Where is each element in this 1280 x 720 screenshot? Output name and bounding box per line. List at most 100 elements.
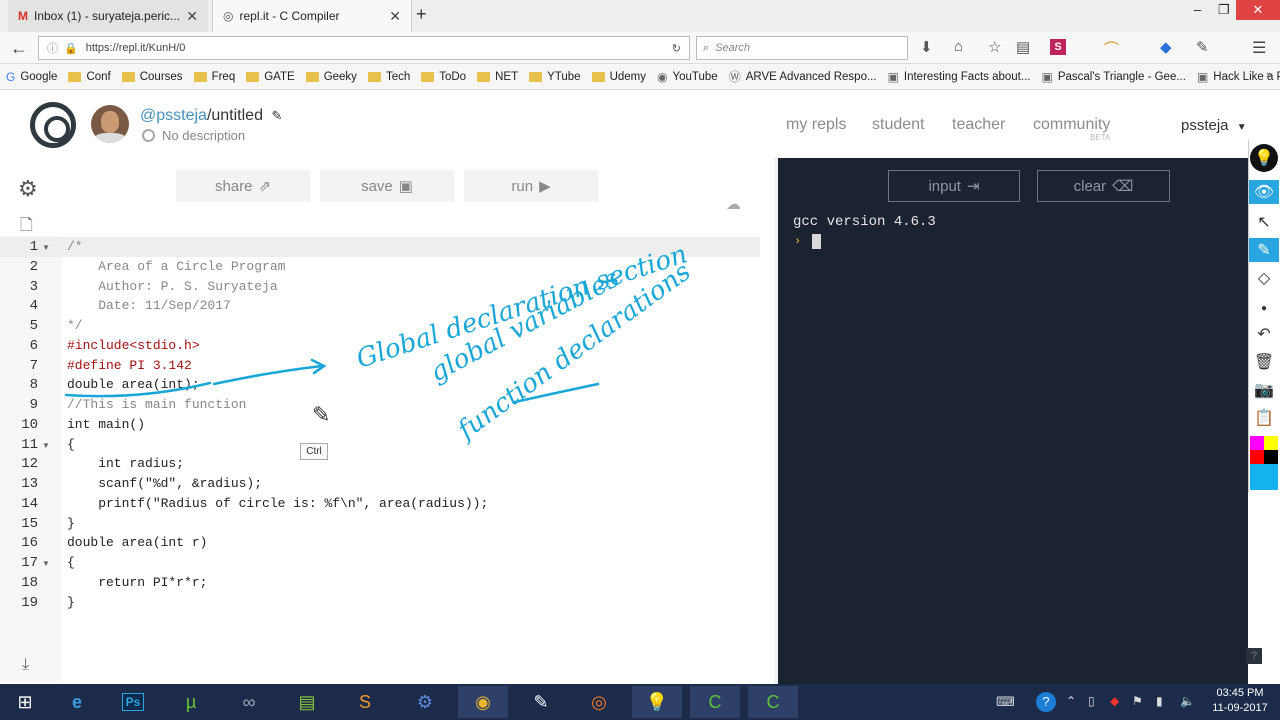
bookmark-item[interactable]: G Google [6, 70, 57, 84]
pencil-icon[interactable]: ✎ [271, 108, 282, 123]
bookmark-item[interactable]: NET [477, 71, 518, 83]
network-icon[interactable]: ▮ [1156, 694, 1163, 708]
more-bookmarks-icon[interactable]: » [1266, 69, 1272, 81]
chrome-icon[interactable]: ◉ [458, 686, 508, 718]
bookmark-item[interactable]: Tech [367, 71, 410, 83]
extension-tools-icon[interactable]: ✎ [1196, 38, 1209, 56]
fold-arrow-icon[interactable]: ▼ [42, 243, 50, 252]
trash-icon[interactable]: 🗑 [1252, 350, 1276, 374]
volume-icon[interactable]: 🔈 [1180, 694, 1195, 708]
windows-start-icon[interactable]: ⊞ [0, 686, 50, 718]
clock[interactable]: 03:45 PM 11-09-2017 [1206, 686, 1274, 716]
maximize-button[interactable]: ❐ [1218, 2, 1230, 18]
color-yellow-swatch[interactable] [1264, 436, 1278, 450]
app-icon[interactable]: ✎ [516, 686, 566, 718]
keyboard-icon[interactable]: ⌨ [996, 694, 1015, 710]
tray-app-icon[interactable]: ◆ [1110, 694, 1119, 708]
repl-name[interactable]: /untitled [207, 107, 263, 124]
extension-s-icon[interactable]: S [1050, 39, 1066, 55]
account-menu[interactable]: pssteja ▼ [1181, 117, 1247, 134]
app-icon[interactable]: 💡 [632, 686, 682, 718]
bulb-icon[interactable]: 💡 [1250, 144, 1278, 172]
gear-icon[interactable]: ⚙ [18, 176, 38, 202]
bookmark-item[interactable]: Ⓦ ARVE Advanced Respo... [729, 68, 877, 85]
bookmark-item[interactable]: Geeky [305, 71, 357, 83]
bookmark-item[interactable]: ◉ YouTube [657, 70, 718, 84]
color-black-swatch[interactable] [1264, 450, 1278, 464]
camera-icon[interactable]: 📷 [1252, 378, 1276, 402]
download-icon[interactable]: ⬇ [920, 38, 933, 56]
replit-logo[interactable] [30, 102, 76, 148]
search-input[interactable]: ⌕ Search [696, 36, 908, 60]
help-icon[interactable]: ? [1246, 648, 1262, 664]
bookmark-item[interactable]: Udemy [591, 71, 646, 83]
color-red-swatch[interactable] [1250, 450, 1264, 464]
close-icon[interactable]: ✕ [389, 8, 401, 25]
extension-rainbow-icon[interactable]: ⌒ [1104, 38, 1119, 59]
bookmark-item[interactable]: Freq [193, 71, 235, 83]
reload-icon[interactable]: ↻ [672, 42, 681, 55]
bookmark-item[interactable]: ▣ Interesting Facts about... [888, 70, 1031, 84]
bookmark-item[interactable]: ▣ Pascal's Triangle - Gee... [1041, 70, 1185, 84]
minimize-button[interactable]: – [1194, 2, 1201, 17]
google-icon: G [6, 69, 16, 84]
clipboard-icon[interactable]: 📋 [1252, 406, 1276, 430]
new-tab-button[interactable]: + [416, 4, 427, 25]
bookmark-item[interactable]: GATE [246, 71, 295, 83]
camtasia-icon[interactable]: C [690, 686, 740, 718]
close-window-button[interactable]: ✕ [1236, 0, 1280, 20]
marker-icon[interactable]: ✎ [1249, 238, 1279, 262]
back-button[interactable]: ← [10, 38, 28, 59]
url-bar[interactable]: ⓘ 🔒 https://repl.it/KunH/0 ↻ [38, 36, 690, 60]
eye-icon[interactable]: 👁 [1249, 180, 1279, 204]
app-icon[interactable]: ⚙ [400, 686, 450, 718]
reading-list-icon[interactable]: ▤ [1016, 38, 1030, 56]
share-button[interactable]: share ⇗ [176, 170, 310, 202]
sublime-text-icon[interactable]: S [340, 686, 390, 718]
undo-icon[interactable]: ↶ [1252, 322, 1276, 346]
menu-icon[interactable]: ☰ [1252, 38, 1266, 58]
bookmark-item[interactable]: ToDo [421, 71, 466, 83]
internet-explorer-icon[interactable]: e [52, 686, 102, 718]
color-cyan-swatch[interactable] [1250, 464, 1278, 490]
download-icon[interactable]: ⤓ [22, 656, 29, 674]
tab-replit[interactable]: ◎ repl.it - C Compiler ✕ [212, 0, 412, 32]
clear-button[interactable]: clear ⌫ [1037, 170, 1170, 202]
fold-arrow-icon[interactable]: ▼ [42, 441, 50, 450]
run-button[interactable]: run ▶ [464, 170, 598, 202]
repl-description[interactable]: No description [142, 128, 245, 143]
tray-app-icon[interactable]: ⚑ [1132, 694, 1143, 708]
bookmark-item[interactable]: Conf [68, 71, 111, 83]
nav-teacher[interactable]: teacher [952, 116, 1005, 134]
tray-device-icon[interactable]: ▯ [1088, 694, 1095, 708]
bookmark-item[interactable]: YTube [529, 71, 581, 83]
nav-my-repls[interactable]: my repls [786, 116, 846, 134]
help-tray-icon[interactable]: ? [1036, 692, 1056, 712]
code-line: double area(int r) [67, 535, 208, 550]
tab-gmail[interactable]: M Inbox (1) - suryateja.peric... ✕ [8, 0, 208, 32]
repl-user[interactable]: @pssteja [140, 107, 207, 124]
utorrent-icon[interactable]: µ [166, 686, 216, 718]
extension-diamond-icon[interactable]: ◆ [1160, 38, 1172, 56]
cursor-arrow-icon[interactable]: ↖ [1252, 210, 1276, 234]
firefox-icon[interactable]: ◎ [574, 686, 624, 718]
console-pane[interactable] [778, 158, 1248, 684]
photoshop-icon[interactable]: Ps [108, 686, 158, 718]
camtasia-icon[interactable]: C [748, 686, 798, 718]
notepad-plus-icon[interactable]: ▤ [282, 686, 332, 718]
fold-arrow-icon[interactable]: ▼ [42, 559, 50, 568]
close-icon[interactable]: ✕ [186, 8, 198, 25]
bookmark-item[interactable]: Courses [121, 71, 183, 83]
nav-student[interactable]: student [872, 116, 924, 134]
eraser-icon[interactable]: ◇ [1252, 266, 1276, 290]
home-icon[interactable]: ⌂ [954, 38, 963, 55]
app-icon[interactable]: ∞ [224, 686, 274, 718]
avatar[interactable] [91, 105, 129, 143]
color-magenta-swatch[interactable] [1250, 436, 1264, 450]
input-button[interactable]: input ⇥ [888, 170, 1020, 202]
nav-community[interactable]: community [1033, 116, 1110, 134]
bookmark-star-icon[interactable]: ☆ [988, 38, 1001, 56]
save-button[interactable]: save ▣ [320, 170, 454, 202]
dot-icon[interactable]: ● [1252, 296, 1276, 320]
tray-chevron-icon[interactable]: ⌃ [1066, 694, 1076, 708]
